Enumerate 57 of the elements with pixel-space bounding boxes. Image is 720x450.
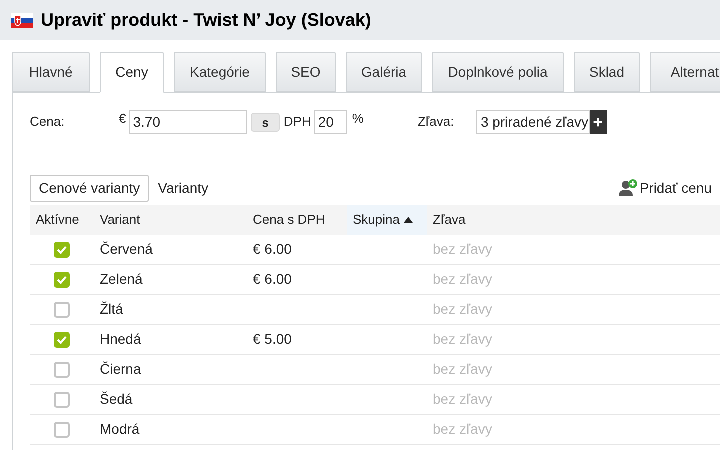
table-cell: Žltá	[100, 301, 124, 317]
vat-label: DPH	[284, 113, 312, 132]
column-header[interactable]: Zľava	[427, 205, 627, 235]
currency-label: €	[119, 110, 126, 128]
table-cell: bez zľavy	[433, 301, 492, 317]
tab[interactable]: SEO	[276, 52, 336, 92]
table-cell: bez zľavy	[433, 391, 492, 407]
tab[interactable]: Doplnkové polia	[432, 52, 564, 92]
sort-up-icon	[404, 217, 413, 223]
table-cell: € 6.00	[253, 241, 292, 257]
table-cell: Čierna	[100, 361, 142, 377]
table-cell: Šedá	[100, 391, 133, 407]
table-cell: Červená	[100, 241, 153, 257]
tab[interactable]: Alternat	[650, 52, 720, 92]
price-label: Cena:	[30, 113, 66, 132]
column-header[interactable]: Skupina	[347, 205, 427, 235]
checkbox[interactable]	[54, 302, 70, 318]
check-icon	[57, 276, 67, 284]
subtab[interactable]: Cenové varianty	[30, 174, 150, 202]
tab[interactable]: Galéria	[346, 52, 422, 92]
slovak-flag-icon	[11, 12, 33, 28]
checkbox[interactable]	[54, 422, 70, 438]
checkbox[interactable]	[54, 242, 70, 258]
add-price-button[interactable]: Pridať cenu	[618, 178, 712, 198]
table-cell: bez zľavy	[433, 241, 492, 257]
tab[interactable]: Kategórie	[174, 52, 266, 92]
check-icon	[57, 246, 67, 254]
table-cell: € 5.00	[253, 331, 292, 347]
table-cell: Modrá	[100, 421, 140, 437]
checkbox[interactable]	[54, 392, 70, 408]
table-cell: bez zľavy	[433, 421, 492, 437]
column-header[interactable]: Cena s DPH	[247, 205, 347, 235]
subtab[interactable]: Varianty	[150, 174, 216, 202]
checkbox[interactable]	[54, 332, 70, 348]
table-cell: bez zľavy	[433, 331, 492, 347]
window-title: Upraviť produkt - Twist N’ Joy (Slovak)	[41, 8, 372, 32]
table-cell: bez zľavy	[433, 271, 492, 287]
checkbox[interactable]	[54, 272, 70, 288]
discount-field[interactable]: 3 priradené zľavy	[476, 110, 590, 134]
table-cell: € 6.00	[253, 271, 292, 287]
percent-label: %	[352, 110, 364, 128]
checkbox[interactable]	[54, 362, 70, 378]
vat-toggle-button[interactable]: s	[251, 112, 280, 132]
add-discount-button[interactable]: +	[590, 110, 607, 134]
price-input[interactable]: 3.70	[129, 110, 248, 134]
vat-input[interactable]: 20	[314, 110, 348, 134]
table-cell: Zelená	[100, 271, 143, 287]
check-icon	[57, 336, 67, 344]
column-header[interactable]: Aktívne	[30, 205, 94, 235]
column-header[interactable]: Variant	[94, 205, 247, 235]
table-cell: Hnedá	[100, 331, 142, 347]
discount-label: Zľava:	[418, 113, 456, 132]
tab[interactable]: Ceny	[100, 52, 164, 93]
table-cell: bez zľavy	[433, 361, 492, 377]
tab[interactable]: Sklad	[574, 52, 640, 92]
tab[interactable]: Hlavné	[12, 52, 90, 92]
add-user-icon	[618, 179, 638, 197]
